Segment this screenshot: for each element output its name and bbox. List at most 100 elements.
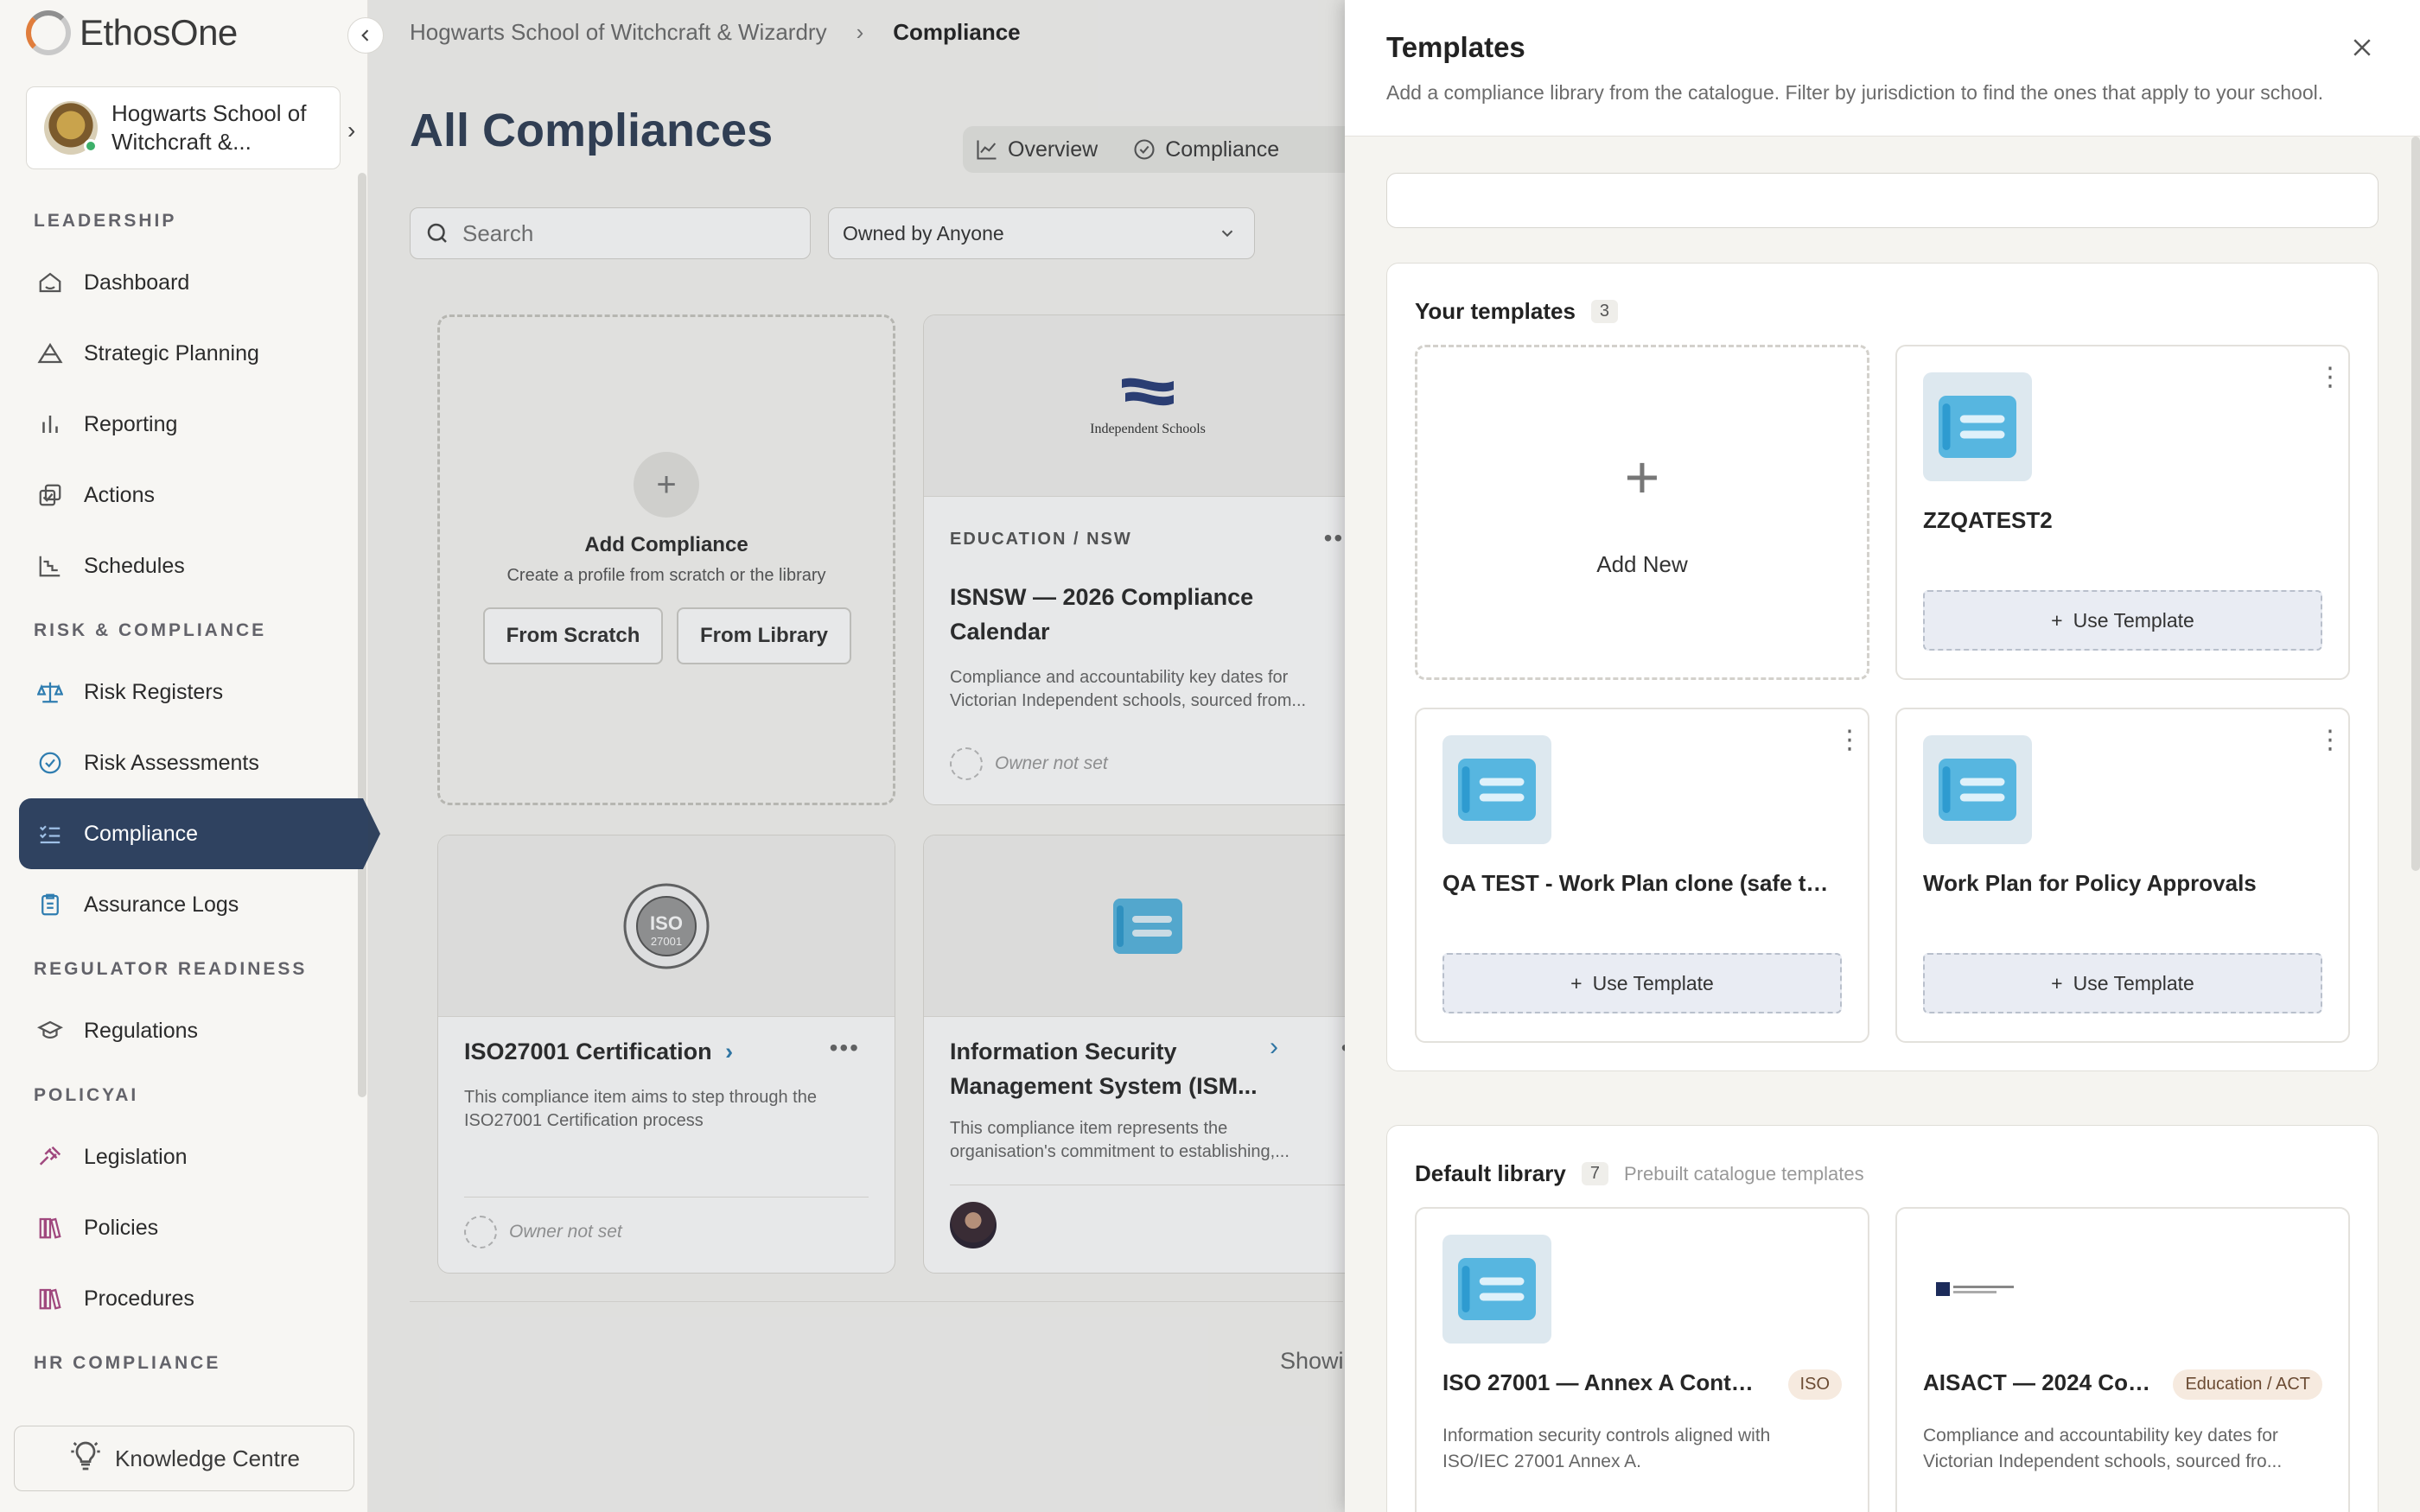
- logo-mark-icon: [26, 10, 71, 55]
- stair-chart-icon: [35, 551, 65, 581]
- template-card[interactable]: ⋮ Work Plan for Policy Approvals + Use T…: [1895, 708, 2350, 1043]
- use-template-label: Use Template: [2073, 971, 2194, 994]
- bar-chart-icon: [35, 410, 65, 439]
- use-template-button[interactable]: + Use Template: [1923, 590, 2322, 651]
- count-badge: 3: [1590, 300, 1619, 323]
- sidebar-item-label: Dashboard: [84, 270, 190, 295]
- template-name: AISACT — 2024 Com...: [1923, 1369, 2156, 1395]
- use-template-button[interactable]: + Use Template: [1923, 953, 2322, 1013]
- sidebar-item-regulations[interactable]: Regulations: [0, 995, 363, 1066]
- panel-title: Your templates: [1415, 298, 1576, 324]
- sidebar-nav: LEADERSHIP Dashboard Strategic Planning …: [0, 204, 380, 1389]
- close-icon: [2353, 39, 2371, 56]
- use-template-label: Use Template: [1592, 971, 1714, 994]
- org-name: Hogwarts School of Witchcraft &...: [111, 100, 307, 155]
- chevron-right-icon[interactable]: ›: [347, 117, 355, 144]
- nav-section-title: POLICYAI: [34, 1085, 139, 1105]
- drawer-scrollbar[interactable]: [2411, 137, 2420, 871]
- check-circle-icon: [35, 748, 65, 778]
- plus-icon: +: [1570, 971, 1583, 994]
- drawer-subtitle: Add a compliance library from the catalo…: [1386, 81, 2324, 104]
- kebab-menu-icon[interactable]: ⋮: [2317, 727, 2343, 753]
- plus-icon: +: [2051, 608, 2063, 632]
- add-new-label: Add New: [1596, 551, 1688, 577]
- gavel-icon: [35, 1142, 65, 1172]
- drawer-header: Templates Add a compliance library from …: [1345, 0, 2420, 137]
- online-indicator: [84, 139, 98, 153]
- sidebar-item-label: Compliance: [84, 821, 199, 846]
- panel-title: Default library: [1415, 1160, 1566, 1186]
- close-drawer-button[interactable]: [2349, 35, 2375, 60]
- sidebar-item-label: Risk Registers: [84, 679, 224, 704]
- sidebar-item-assurance-logs[interactable]: Assurance Logs: [0, 869, 363, 940]
- nav-section-title: HR COMPLIANCE: [34, 1353, 221, 1373]
- nav-section-title: REGULATOR READINESS: [34, 959, 308, 979]
- checklist-icon: [35, 819, 65, 848]
- knowledge-centre-label: Knowledge Centre: [115, 1445, 300, 1471]
- your-templates-panel: Your templates 3 + Add New ⋮ ZZQATEST2 +…: [1386, 263, 2379, 1071]
- sidebar-item-label: Legislation: [84, 1144, 188, 1169]
- sidebar-item-label: Procedures: [84, 1286, 194, 1311]
- count-badge: 7: [1581, 1162, 1608, 1185]
- use-template-button[interactable]: + Use Template: [1442, 953, 1842, 1013]
- document-list-icon: [1923, 372, 2032, 481]
- app-logo[interactable]: EthosOne: [26, 9, 238, 57]
- check-copy-icon: [35, 480, 65, 510]
- sidebar-item-dashboard[interactable]: Dashboard: [0, 247, 363, 318]
- sidebar-item-reporting[interactable]: Reporting: [0, 389, 363, 460]
- aisact-logo: [1923, 1235, 2032, 1344]
- sidebar-item-actions[interactable]: Actions: [0, 460, 363, 530]
- nav-section-title: LEADERSHIP: [34, 211, 177, 231]
- library-template-card[interactable]: AISACT — 2024 Com... Education / ACT Com…: [1895, 1207, 2350, 1512]
- kebab-menu-icon[interactable]: ⋮: [2317, 365, 2343, 391]
- jurisdiction-tag: Education / ACT: [2173, 1369, 2322, 1400]
- drawer-title: Templates: [1386, 31, 1525, 63]
- jurisdiction-tag: ISO: [1787, 1369, 1842, 1400]
- template-description: Compliance and accountability key dates …: [1923, 1426, 2283, 1471]
- add-new-template-card[interactable]: + Add New: [1415, 345, 1869, 680]
- sidebar-item-risk-assessments[interactable]: Risk Assessments: [0, 727, 363, 798]
- document-list-icon: [1442, 735, 1551, 844]
- library-template-card[interactable]: ISO 27001 — Annex A Controls ... ISO Inf…: [1415, 1207, 1869, 1512]
- sidebar-item-label: Regulations: [84, 1018, 199, 1043]
- plus-icon: +: [1624, 443, 1660, 511]
- plus-icon: +: [2051, 971, 2063, 994]
- sidebar-item-procedures[interactable]: Procedures: [0, 1263, 363, 1334]
- sidebar-item-legislation[interactable]: Legislation: [0, 1121, 363, 1192]
- books-icon: [35, 1284, 65, 1313]
- app-name: EthosOne: [80, 12, 238, 53]
- template-card[interactable]: ⋮ ZZQATEST2 + Use Template: [1895, 345, 2350, 680]
- sidebar-item-risk-registers[interactable]: Risk Registers: [0, 657, 363, 727]
- panel-hint: Prebuilt catalogue templates: [1623, 1162, 1864, 1185]
- sidebar-item-label: Risk Assessments: [84, 750, 259, 775]
- sidebar-item-strategic-planning[interactable]: Strategic Planning: [0, 318, 363, 389]
- chevron-left-icon: [361, 29, 369, 41]
- sidebar-item-label: Actions: [84, 482, 155, 507]
- sidebar: EthosOne Hogwarts School of Witchcraft &…: [0, 0, 380, 1512]
- sidebar-item-policies[interactable]: Policies: [0, 1192, 363, 1263]
- org-switcher[interactable]: Hogwarts School of Witchcraft &...: [26, 86, 341, 169]
- template-card[interactable]: ⋮ QA TEST - Work Plan clone (safe to d..…: [1415, 708, 1869, 1043]
- template-name: ISO 27001 — Annex A Controls ...: [1442, 1369, 1754, 1395]
- clipboard-icon: [35, 890, 65, 919]
- home-icon: [35, 268, 65, 297]
- sidebar-item-schedules[interactable]: Schedules: [0, 530, 363, 601]
- collapse-sidebar-button[interactable]: [347, 17, 384, 54]
- panel-header: Your templates 3: [1415, 298, 1619, 325]
- org-crest-avatar: [44, 101, 98, 155]
- mountain-icon: [35, 339, 65, 368]
- document-list-icon: [1442, 1235, 1551, 1344]
- template-search-box: [1386, 173, 2379, 228]
- template-search-input[interactable]: [1387, 174, 2378, 227]
- lightbulb-icon: [68, 1439, 103, 1479]
- sidebar-item-label: Policies: [84, 1215, 159, 1240]
- sidebar-item-compliance[interactable]: Compliance: [19, 798, 380, 869]
- use-template-label: Use Template: [2073, 608, 2194, 632]
- graduation-cap-icon: [35, 1016, 65, 1045]
- knowledge-centre-button[interactable]: Knowledge Centre: [14, 1426, 354, 1491]
- templates-drawer: Templates Add a compliance library from …: [1345, 0, 2420, 1512]
- default-library-panel: Default library 7 Prebuilt catalogue tem…: [1386, 1125, 2379, 1512]
- template-name: ZZQATEST2: [1923, 507, 2053, 533]
- kebab-menu-icon[interactable]: ⋮: [1837, 727, 1863, 753]
- panel-header: Default library 7 Prebuilt catalogue tem…: [1415, 1160, 1864, 1187]
